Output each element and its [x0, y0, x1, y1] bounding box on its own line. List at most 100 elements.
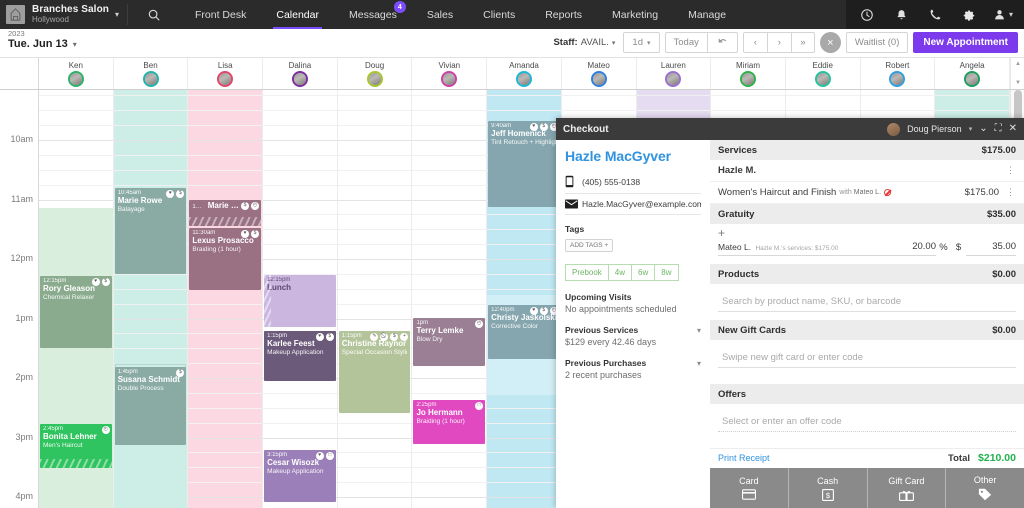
skip-forward-button[interactable]: »: [790, 32, 815, 53]
staff-column-header-doug[interactable]: Doug: [338, 58, 413, 89]
offer-code-input[interactable]: [718, 414, 1016, 432]
avatar[interactable]: [964, 70, 981, 87]
avatar[interactable]: [590, 70, 607, 87]
calendar-column-amanda[interactable]: 9:40am Jeff Homenick Tint Retouch + Highli…: [487, 90, 562, 508]
heart-icon[interactable]: ♥: [241, 230, 250, 238]
brand-selector[interactable]: Branches Salon Hollywood ▾: [0, 0, 127, 29]
appointment-block[interactable]: 2:45pm Bonita Lehner Men's Haircut ◴: [40, 424, 112, 468]
staff-column-header-ken[interactable]: Ken: [39, 58, 114, 89]
avatar[interactable]: [142, 70, 159, 87]
date-label[interactable]: Tue. Jun 13 ▾: [8, 38, 77, 51]
appointment-block[interactable]: 1:45pm Susana Schmidt Double Process $: [114, 367, 187, 445]
clock-icon[interactable]: ◴: [251, 202, 260, 210]
chevron-down-icon[interactable]: ▾: [73, 40, 77, 49]
scroll-arrows[interactable]: ▲ ▼: [1010, 58, 1024, 89]
staff-column-header-eddie[interactable]: Eddie: [786, 58, 861, 89]
staff-column-header-robert[interactable]: Robert: [861, 58, 936, 89]
previous-services-section[interactable]: Previous Services $129 every 42.46 days …: [565, 325, 701, 347]
scroll-down-icon[interactable]: ▼: [1014, 80, 1022, 86]
staff-column-header-miriam[interactable]: Miriam: [711, 58, 786, 89]
nav-item-manage[interactable]: Manage: [673, 0, 741, 29]
phone-icon[interactable]: [918, 0, 952, 29]
staff-filter[interactable]: Staff: AVAIL. ▾: [553, 37, 615, 48]
appointment-block[interactable]: 11:30am Lexus Prosacco Braiding (1 hour) $ ♥: [189, 228, 262, 290]
dollar-icon[interactable]: $: [251, 230, 260, 238]
avatar[interactable]: [814, 70, 831, 87]
calendar-column-doug[interactable]: 1:15pm Christine Raynor Special Occasion S…: [337, 90, 413, 508]
chevron-down-icon[interactable]: ▾: [697, 359, 701, 368]
gear-icon[interactable]: [952, 0, 986, 29]
chevron-down-icon[interactable]: ▾: [697, 326, 701, 335]
client-row-menu-icon[interactable]: ⋮: [1005, 166, 1016, 175]
add-tags-button[interactable]: ADD TAGS +: [565, 239, 614, 252]
appointment-block[interactable]: 1:15pm Christine Raynor Special Occasion S…: [338, 331, 411, 413]
client-name[interactable]: Hazle MacGyver: [565, 148, 701, 164]
nav-item-messages[interactable]: Messages 4: [334, 0, 412, 29]
dollar-icon[interactable]: $: [539, 307, 548, 315]
prebook-button[interactable]: Prebook: [565, 264, 608, 281]
appointment-block[interactable]: 12:15pm Rory Gleason Chemical Relaxer $ ♥: [40, 276, 112, 348]
avatar[interactable]: [740, 70, 757, 87]
appointment-block[interactable]: 1:15pm Karlee Feest Makeup Application $ ♥: [264, 331, 336, 381]
clear-filters-button[interactable]: ×: [819, 32, 841, 53]
staff-column-header-lisa[interactable]: Lisa: [188, 58, 264, 89]
calendar-column-vivian[interactable]: 1pm Terry Lemke Blow Dry ◴ 2:25pm Jo Hermann B…: [412, 90, 488, 508]
prev-day-button[interactable]: ‹: [742, 32, 767, 53]
heart-icon[interactable]: ♥: [315, 333, 324, 341]
calendar-column-ken[interactable]: 12:15pm Rory Gleason Chemical Relaxer $ ♥ 2:4…: [39, 90, 114, 508]
dollar-icon[interactable]: $: [325, 333, 334, 341]
previous-purchases-section[interactable]: Previous Purchases 2 recent purchases ▾: [565, 358, 701, 380]
bag-icon[interactable]: □: [325, 452, 334, 460]
staff-column-header-dalina[interactable]: Dalina: [263, 58, 338, 89]
add-gratuity-button[interactable]: +: [710, 224, 1024, 239]
avatar[interactable]: [67, 70, 84, 87]
avatar[interactable]: [217, 70, 234, 87]
prebook-8w-button[interactable]: 8w: [654, 264, 679, 281]
calendar-column-dalina[interactable]: 12:15pm Lunch 1:15pm Karlee Feest Makeup App…: [263, 90, 338, 508]
service-line-item[interactable]: Women's Haircut and Finish with Mateo L.…: [710, 182, 1024, 204]
gratuity-amount-input[interactable]: 35.00: [966, 241, 1016, 256]
staff-column-header-amanda[interactable]: Amanda: [487, 58, 562, 89]
staff-column-header-lauren[interactable]: Lauren: [637, 58, 712, 89]
waitlist-button[interactable]: Waitlist (0): [845, 32, 909, 53]
chevron-down-icon[interactable]: ▾: [115, 10, 119, 19]
user-menu-button[interactable]: ▾: [986, 0, 1020, 29]
search-button[interactable]: [128, 0, 180, 29]
avatar[interactable]: [366, 70, 383, 87]
avatar[interactable]: [665, 70, 682, 87]
service-row-menu-icon[interactable]: ⋮: [1005, 188, 1016, 197]
nav-item-sales[interactable]: Sales: [412, 0, 468, 29]
avatar[interactable]: [889, 70, 906, 87]
bell-icon[interactable]: [884, 0, 918, 29]
dollar-icon[interactable]: $: [101, 278, 110, 286]
heart-icon[interactable]: ♥: [315, 452, 324, 460]
avatar[interactable]: [291, 70, 308, 87]
avatar[interactable]: [515, 70, 532, 87]
gift-card-input[interactable]: [718, 350, 1016, 368]
pay-other-button[interactable]: Other: [946, 468, 1024, 508]
nav-item-front-desk[interactable]: Front Desk: [180, 0, 261, 29]
appointment-block[interactable]: 1… Marie … ◴ $: [189, 200, 262, 226]
services-client-row[interactable]: Hazle M. ⋮: [710, 160, 1024, 182]
nav-item-reports[interactable]: Reports: [530, 0, 597, 29]
chevron-down-icon[interactable]: ▾: [969, 125, 973, 133]
close-icon[interactable]: ✕: [1009, 124, 1017, 134]
dollar-icon[interactable]: $: [241, 202, 250, 210]
expand-icon[interactable]: ⛶: [995, 124, 1002, 134]
nav-item-marketing[interactable]: Marketing: [597, 0, 673, 29]
calendar-column-lisa[interactable]: 1… Marie … ◴ $11:30am Lexus Prosacco Braiding…: [188, 90, 264, 508]
prebook-6w-button[interactable]: 6w: [631, 264, 655, 281]
calendar-column-ben[interactable]: 10:45am Marie Rowe Balayage $ ♥ 1:45pm Susana …: [113, 90, 189, 508]
collapse-icon[interactable]: ⌄: [979, 124, 987, 134]
chevron-down-icon[interactable]: ▾: [612, 39, 616, 47]
appointment-block[interactable]: 1pm Terry Lemke Blow Dry ◴: [413, 318, 486, 366]
appointment-block[interactable]: 12:15pm Lunch: [264, 275, 336, 327]
new-appointment-button[interactable]: New Appointment: [913, 32, 1018, 53]
appointment-block[interactable]: 9:40am Jeff Homenick Tint Retouch + Highli…: [488, 121, 560, 207]
next-day-button[interactable]: ›: [766, 32, 791, 53]
heart-icon[interactable]: ♥: [91, 278, 100, 286]
today-button[interactable]: Today: [664, 32, 707, 53]
prebook-4w-button[interactable]: 4w: [607, 264, 632, 281]
pay-card-button[interactable]: Card: [710, 468, 789, 508]
staff-column-header-ben[interactable]: Ben: [114, 58, 189, 89]
